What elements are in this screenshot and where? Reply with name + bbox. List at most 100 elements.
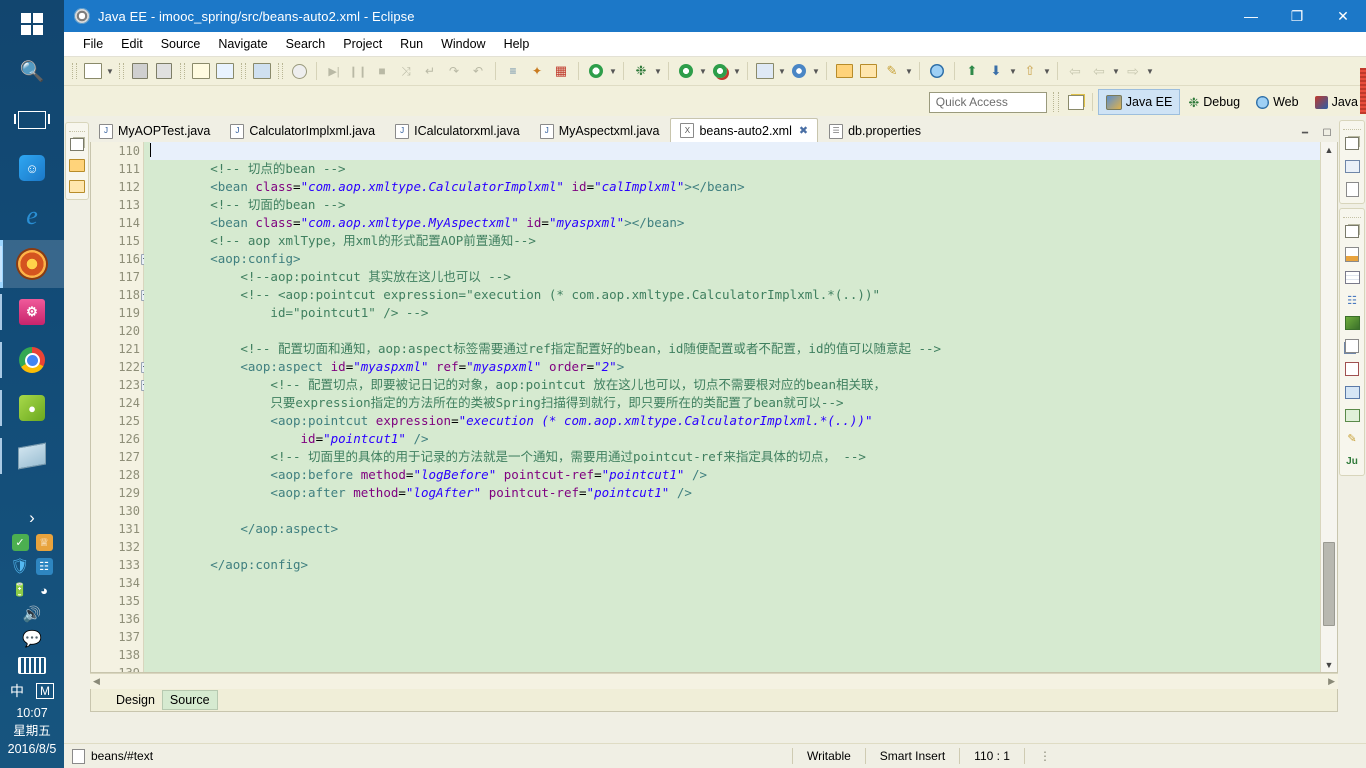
menu-window[interactable]: Window bbox=[432, 35, 494, 53]
toolbar-grip[interactable] bbox=[241, 63, 246, 79]
app-chrome[interactable] bbox=[0, 336, 64, 384]
previous-annotation-button[interactable]: ⇦ bbox=[1088, 60, 1110, 82]
editor-vertical-scrollbar[interactable]: ▲ ▼ bbox=[1320, 142, 1337, 672]
code-line[interactable] bbox=[150, 628, 1320, 646]
skip-breakpoints-button[interactable] bbox=[288, 60, 310, 82]
maximize-button[interactable]: ❐ bbox=[1274, 0, 1320, 32]
save-button[interactable] bbox=[129, 60, 151, 82]
scroll-up-icon[interactable]: ▲ bbox=[1321, 142, 1337, 157]
code-line[interactable]: <!-- 切面里的具体的用于记录的方法就是一个通知，需要用通过pointcut-… bbox=[150, 448, 1320, 466]
editor-tab-myaoptest[interactable]: J MyAOPTest.java bbox=[90, 120, 219, 142]
menu-project[interactable]: Project bbox=[334, 35, 391, 53]
open-folder-button[interactable] bbox=[857, 60, 879, 82]
forward-dropdown-arrow-icon[interactable]: ▼ bbox=[1145, 60, 1155, 82]
code-line[interactable]: id="pointcut1" /> bbox=[150, 430, 1320, 448]
code-line[interactable]: 只要expression指定的方法所在的类被Spring扫描得到就行，即只要所在… bbox=[150, 394, 1320, 412]
menu-help[interactable]: Help bbox=[495, 35, 539, 53]
import-button[interactable]: ⬇ bbox=[985, 60, 1007, 82]
toolbar-grip[interactable] bbox=[119, 63, 124, 79]
debug-dropdown-arrow-icon[interactable]: ▼ bbox=[653, 60, 663, 82]
console-icon[interactable] bbox=[1342, 358, 1362, 380]
close-button[interactable]: ✕ bbox=[1320, 0, 1366, 32]
menu-file[interactable]: File bbox=[74, 35, 112, 53]
previous-dropdown-arrow-icon[interactable]: ▼ bbox=[1111, 60, 1121, 82]
code-line[interactable] bbox=[150, 142, 1320, 160]
vertical-scroll-thumb[interactable] bbox=[1323, 542, 1335, 626]
save-all-button[interactable] bbox=[153, 60, 175, 82]
tab-source[interactable]: Source bbox=[161, 690, 218, 710]
server-dropdown-arrow-icon[interactable]: ▼ bbox=[777, 60, 787, 82]
restore-view-icon[interactable] bbox=[68, 134, 86, 154]
code-line[interactable] bbox=[150, 502, 1320, 520]
coverage-dropdown-arrow-icon[interactable]: ▼ bbox=[732, 60, 742, 82]
new-server-button[interactable] bbox=[754, 60, 776, 82]
taskbar-clock[interactable]: 10:07 星期五 2016/8/5 bbox=[0, 704, 64, 764]
restore-view-icon[interactable] bbox=[1342, 132, 1362, 154]
external-tools-button[interactable] bbox=[585, 60, 607, 82]
marker-column[interactable] bbox=[91, 142, 105, 672]
export-dropdown-arrow-icon[interactable]: ▼ bbox=[1042, 60, 1052, 82]
rail-grip[interactable] bbox=[69, 125, 85, 132]
menu-source[interactable]: Source bbox=[152, 35, 210, 53]
code-line[interactable]: <aop:after method="logAfter" pointcut-re… bbox=[150, 484, 1320, 502]
code-line[interactable]: <!-- 配置切面和通知，aop:aspect标签需要通过ref指定配置好的be… bbox=[150, 340, 1320, 358]
menu-search[interactable]: Search bbox=[277, 35, 335, 53]
debug-button[interactable]: ❉ bbox=[630, 60, 652, 82]
publish-button[interactable]: ⬆ bbox=[961, 60, 983, 82]
run-dropdown-arrow-icon[interactable]: ▼ bbox=[698, 60, 708, 82]
editor-tab-calculatorimplxml[interactable]: J CalculatorImplxml.java bbox=[221, 120, 384, 142]
code-line[interactable]: <aop:before method="logBefore" pointcut-… bbox=[150, 466, 1320, 484]
app-qq[interactable]: ☺ bbox=[0, 144, 64, 192]
step-over-button[interactable]: ↷ bbox=[443, 60, 465, 82]
external-tools-dropdown-arrow-icon[interactable]: ▼ bbox=[608, 60, 618, 82]
code-line[interactable]: </aop:aspect> bbox=[150, 520, 1320, 538]
wifi-icon[interactable]: ◕ bbox=[36, 582, 53, 599]
editor-tab-beans-auto2[interactable]: X beans-auto2.xml ✖ bbox=[670, 118, 819, 142]
problems-icon[interactable] bbox=[1342, 335, 1362, 357]
properties-icon[interactable] bbox=[1342, 178, 1362, 200]
junit-icon[interactable]: Ju bbox=[1342, 450, 1362, 472]
step-return-button[interactable]: ↶ bbox=[467, 60, 489, 82]
start-button[interactable] bbox=[0, 0, 64, 48]
code-line[interactable]: id="pointcut1" /> --> bbox=[150, 304, 1320, 322]
console-button[interactable] bbox=[251, 60, 273, 82]
app-notepad[interactable] bbox=[0, 432, 64, 480]
editor-tab-myaspectxml[interactable]: J MyAspectxml.java bbox=[531, 120, 669, 142]
task-view-button[interactable] bbox=[0, 96, 64, 144]
perspective-java[interactable]: Java bbox=[1307, 89, 1366, 115]
rail-grip[interactable] bbox=[1343, 123, 1361, 130]
code-line[interactable]: <!-- 配置切点，即要被记日记的对象，aop:pointcut 放在这儿也可以… bbox=[150, 376, 1320, 394]
restore-view-icon[interactable] bbox=[1342, 220, 1362, 242]
package-explorer-icon[interactable] bbox=[68, 176, 86, 196]
code-line[interactable]: <bean class="com.aop.xmltype.MyAspectxml… bbox=[150, 214, 1320, 232]
code-line[interactable] bbox=[150, 610, 1320, 628]
new-sql-button[interactable] bbox=[788, 60, 810, 82]
annotation-dropdown-arrow-icon[interactable]: ▼ bbox=[904, 60, 914, 82]
code-line[interactable]: <aop:pointcut expression="execution (* c… bbox=[150, 412, 1320, 430]
menu-navigate[interactable]: Navigate bbox=[209, 35, 276, 53]
code-line[interactable]: <!-- aop xmlType，用xml的形式配置AOP前置通知--> bbox=[150, 232, 1320, 250]
green-shield-icon[interactable]: ✓ bbox=[11, 533, 29, 551]
quick-access-input[interactable]: Quick Access bbox=[928, 91, 1047, 113]
new-button[interactable] bbox=[82, 60, 104, 82]
code-line[interactable]: <bean class="com.aop.xmltype.CalculatorI… bbox=[150, 178, 1320, 196]
new-dropdown-arrow-icon[interactable]: ▼ bbox=[105, 60, 115, 82]
code-line[interactable]: <!--aop:pointcut 其实放在这儿也可以 --> bbox=[150, 268, 1320, 286]
run-coverage-button[interactable] bbox=[709, 60, 731, 82]
sql-dropdown-arrow-icon[interactable]: ▼ bbox=[811, 60, 821, 82]
perspective-debug[interactable]: ❉ Debug bbox=[1180, 89, 1248, 115]
editor-horizontal-scrollbar[interactable]: ◀ ▶ bbox=[90, 673, 1338, 689]
import-dropdown-arrow-icon[interactable]: ▼ bbox=[1008, 60, 1018, 82]
run-button[interactable] bbox=[675, 60, 697, 82]
code-canvas[interactable]: <!-- 切点的bean --> <bean class="com.aop.xm… bbox=[144, 142, 1320, 672]
close-icon[interactable]: ✖ bbox=[799, 124, 808, 137]
search-button[interactable]: 🔍 bbox=[0, 48, 64, 96]
blue-shield-icon[interactable]: 🛡 bbox=[10, 558, 29, 575]
minimize-button[interactable]: — bbox=[1228, 0, 1274, 32]
code-line[interactable] bbox=[150, 574, 1320, 592]
open-type-button[interactable]: ▦ bbox=[550, 60, 572, 82]
annotation-button[interactable]: ✎ bbox=[881, 60, 903, 82]
ime-indicator[interactable]: 中 M bbox=[0, 678, 64, 704]
network-tool-icon[interactable]: ☷ bbox=[35, 557, 53, 575]
app-edge[interactable]: e bbox=[0, 192, 64, 240]
